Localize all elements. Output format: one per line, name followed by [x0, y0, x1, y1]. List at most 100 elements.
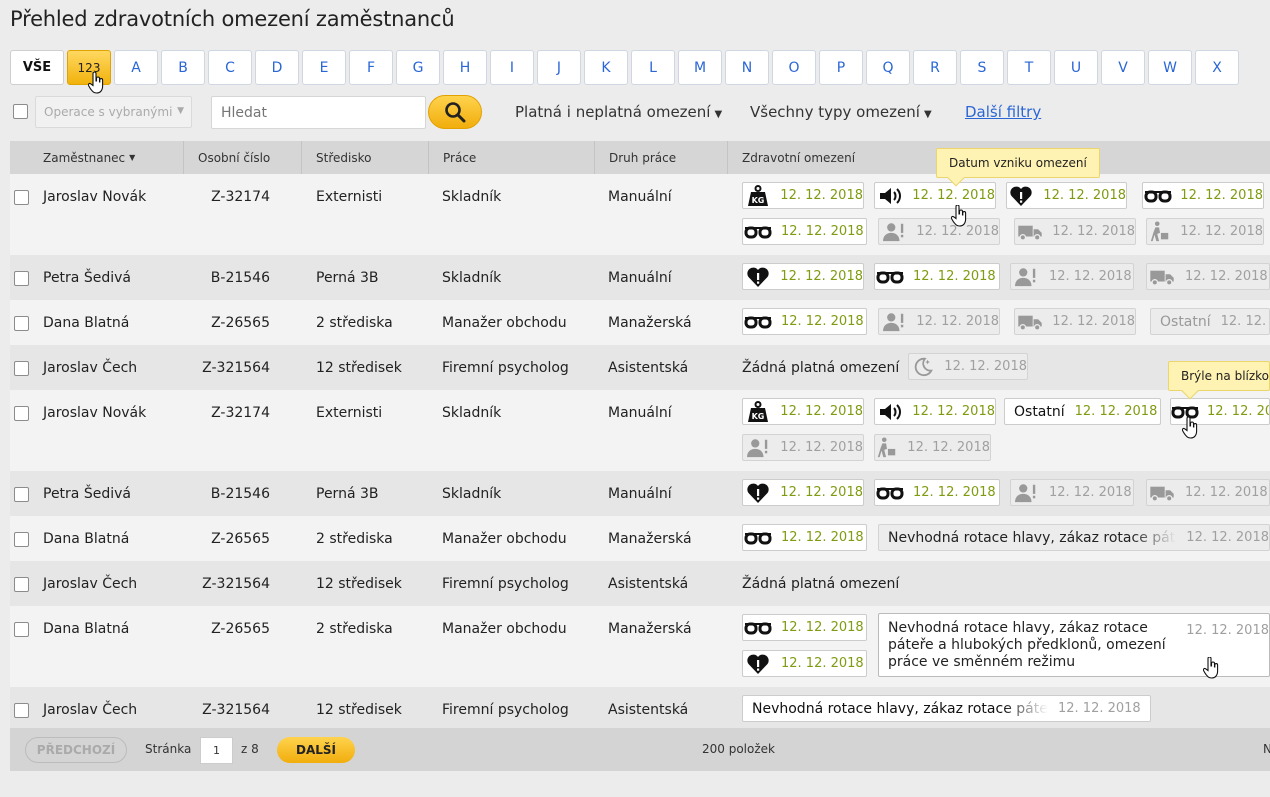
employee-name[interactable]: Jaroslav Čech — [43, 360, 137, 376]
row-checkbox[interactable] — [14, 622, 29, 637]
restriction-badge[interactable]: 12. 12. 2018 — [742, 398, 864, 425]
letter-all[interactable]: VŠE — [10, 50, 64, 85]
select-all-checkbox[interactable] — [13, 104, 28, 119]
restriction-badge[interactable]: 12. 12. 2018 — [874, 263, 1000, 290]
page-number-input[interactable]: 1 — [200, 737, 233, 764]
letter-t[interactable]: T — [1007, 50, 1051, 85]
more-filters-link[interactable]: Další filtry — [965, 103, 1041, 121]
letter-g[interactable]: G — [396, 50, 440, 85]
restriction-badge[interactable]: 12. 12. 2018 — [908, 353, 1028, 380]
table-row[interactable]: Jaroslav Novák Z-32174 Externisti Skladn… — [10, 174, 1270, 255]
employee-name[interactable]: Petra Šedivá — [43, 270, 131, 286]
row-checkbox[interactable] — [14, 532, 29, 547]
restriction-badge[interactable]: 12. 12. 2018 — [742, 524, 867, 551]
employee-name[interactable]: Jaroslav Novák — [43, 405, 146, 421]
restriction-badge[interactable]: Nevhodná rotace hlavy, zákaz rotace páte… — [878, 524, 1270, 551]
restriction-badge[interactable]: 12. 12. 2018 — [878, 308, 1000, 335]
row-checkbox[interactable] — [14, 577, 29, 592]
table-row[interactable]: Jaroslav Čech Z-321564 12 středisek Fire… — [10, 561, 1270, 606]
letter-f[interactable]: F — [349, 50, 393, 85]
letter-r[interactable]: R — [913, 50, 957, 85]
letter-w[interactable]: W — [1148, 50, 1192, 85]
operations-dropdown[interactable]: Operace s vybranými ▼ — [35, 96, 192, 128]
employee-name[interactable]: Dana Blatná — [43, 531, 129, 547]
restriction-badge[interactable]: 12. 12. 2018 — [1146, 263, 1270, 290]
employee-name[interactable]: Jaroslav Novák — [43, 189, 146, 205]
letter-e[interactable]: E — [302, 50, 346, 85]
validity-filter-dropdown[interactable]: Platná i neplatná omezení ▼ — [515, 103, 722, 121]
search-input[interactable] — [211, 96, 426, 129]
employee-name[interactable]: Jaroslav Čech — [43, 702, 137, 718]
column-number[interactable]: Osobní číslo — [183, 141, 301, 174]
restriction-badge[interactable]: Ostatní 12. 12. 2018 — [1150, 308, 1270, 335]
table-row[interactable]: Jaroslav Čech Z-321564 12 středisek Fire… — [10, 345, 1270, 390]
letter-u[interactable]: U — [1054, 50, 1098, 85]
search-button[interactable] — [428, 95, 482, 129]
restriction-badge[interactable]: Nevhodná rotace hlavy, zákaz rotace páte… — [742, 695, 1151, 722]
letter-b[interactable]: B — [161, 50, 205, 85]
table-row[interactable]: Dana Blatná Z-26565 2 střediska Manažer … — [10, 516, 1270, 561]
letter-n[interactable]: N — [725, 50, 769, 85]
previous-page-button[interactable]: PŘEDCHOZÍ — [25, 737, 127, 763]
letter-a[interactable]: A — [114, 50, 158, 85]
employee-name[interactable]: Petra Šedivá — [43, 486, 131, 502]
letter-s[interactable]: S — [960, 50, 1004, 85]
restriction-badge[interactable]: 12. 12. 2018 — [878, 218, 1000, 245]
restriction-badge[interactable]: 12. 12. 2018 — [1006, 182, 1127, 209]
row-checkbox[interactable] — [14, 703, 29, 718]
letter-h[interactable]: H — [443, 50, 487, 85]
employee-name[interactable]: Dana Blatná — [43, 315, 129, 331]
table-row[interactable]: Petra Šedivá B-21546 Perná 3B Skladník M… — [10, 471, 1270, 516]
letter-l[interactable]: L — [631, 50, 675, 85]
next-page-button[interactable]: DALŠÍ — [277, 737, 355, 763]
row-checkbox[interactable] — [14, 487, 29, 502]
column-employee[interactable]: Zaměstnanec ▼ — [43, 141, 135, 174]
table-row[interactable]: Dana Blatná Z-26565 2 střediska Manažer … — [10, 606, 1270, 687]
restriction-badge[interactable]: 12. 12. 2018 — [742, 218, 867, 245]
row-checkbox[interactable] — [14, 190, 29, 205]
restriction-badge[interactable]: 12. 12. 2018 — [874, 434, 991, 461]
restriction-badge[interactable]: Ostatní 12. 12. 2018 — [1004, 398, 1161, 425]
table-row[interactable]: Jaroslav Čech Z-321564 12 středisek Fire… — [10, 687, 1270, 732]
row-checkbox[interactable] — [14, 406, 29, 421]
letter-d[interactable]: D — [255, 50, 299, 85]
restriction-badge[interactable]: 12. 12. 2018 — [874, 182, 996, 209]
restriction-badge[interactable]: 12. 12. 2018 — [742, 182, 864, 209]
letter-x[interactable]: X — [1195, 50, 1239, 85]
letter-q[interactable]: Q — [866, 50, 910, 85]
letter-i[interactable]: I — [490, 50, 534, 85]
type-filter-dropdown[interactable]: Všechny typy omezení ▼ — [750, 103, 932, 121]
letter-o[interactable]: O — [772, 50, 816, 85]
column-work-type[interactable]: Druh práce — [594, 141, 727, 174]
restriction-badge[interactable]: 12. 12. 2018 — [874, 479, 1000, 506]
table-row[interactable]: Dana Blatná Z-26565 2 střediska Manažer … — [10, 300, 1270, 345]
restriction-badge[interactable]: 12. 12. 2018 — [1146, 218, 1264, 245]
row-checkbox[interactable] — [14, 361, 29, 376]
restriction-badge[interactable]: 12. 12. 2018 — [1014, 218, 1136, 245]
restriction-badge[interactable]: 12. 12. 2018 — [742, 308, 867, 335]
letter-c[interactable]: C — [208, 50, 252, 85]
table-row[interactable]: Petra Šedivá B-21546 Perná 3B Skladník M… — [10, 255, 1270, 300]
letter-v[interactable]: V — [1101, 50, 1145, 85]
letter-j[interactable]: J — [537, 50, 581, 85]
restriction-badge[interactable]: 12. 12. 2018 — [874, 398, 996, 425]
row-checkbox[interactable] — [14, 271, 29, 286]
restriction-badge[interactable]: 12. 12. 2018 — [742, 263, 864, 290]
restriction-badge[interactable]: 12. 12. 2018 — [742, 434, 864, 461]
row-checkbox[interactable] — [14, 316, 29, 331]
restriction-badge[interactable]: 12. 12. 2018 — [1142, 182, 1264, 209]
letter-m[interactable]: M — [678, 50, 722, 85]
restriction-badge[interactable]: 12. 12. 2018 — [1010, 263, 1134, 290]
employee-name[interactable]: Dana Blatná — [43, 621, 129, 637]
restriction-badge[interactable]: 12. 12. 2018 — [742, 479, 864, 506]
restriction-badge[interactable]: 12. 12. 2018 — [1014, 308, 1136, 335]
employee-name[interactable]: Jaroslav Čech — [43, 576, 137, 592]
restriction-badge[interactable]: 12. 12. 2018 — [742, 650, 867, 677]
letter-p[interactable]: P — [819, 50, 863, 85]
letter-k[interactable]: K — [584, 50, 628, 85]
restriction-badge[interactable]: 12. 12. 2018 — [1146, 479, 1270, 506]
restriction-badge[interactable]: 12. 12. 2018 — [742, 614, 867, 641]
table-row[interactable]: Jaroslav Novák Z-32174 Externisti Skladn… — [10, 390, 1270, 471]
column-center[interactable]: Středisko — [301, 141, 428, 174]
restriction-badge[interactable]: 12. 12. 2018 — [1010, 479, 1134, 506]
